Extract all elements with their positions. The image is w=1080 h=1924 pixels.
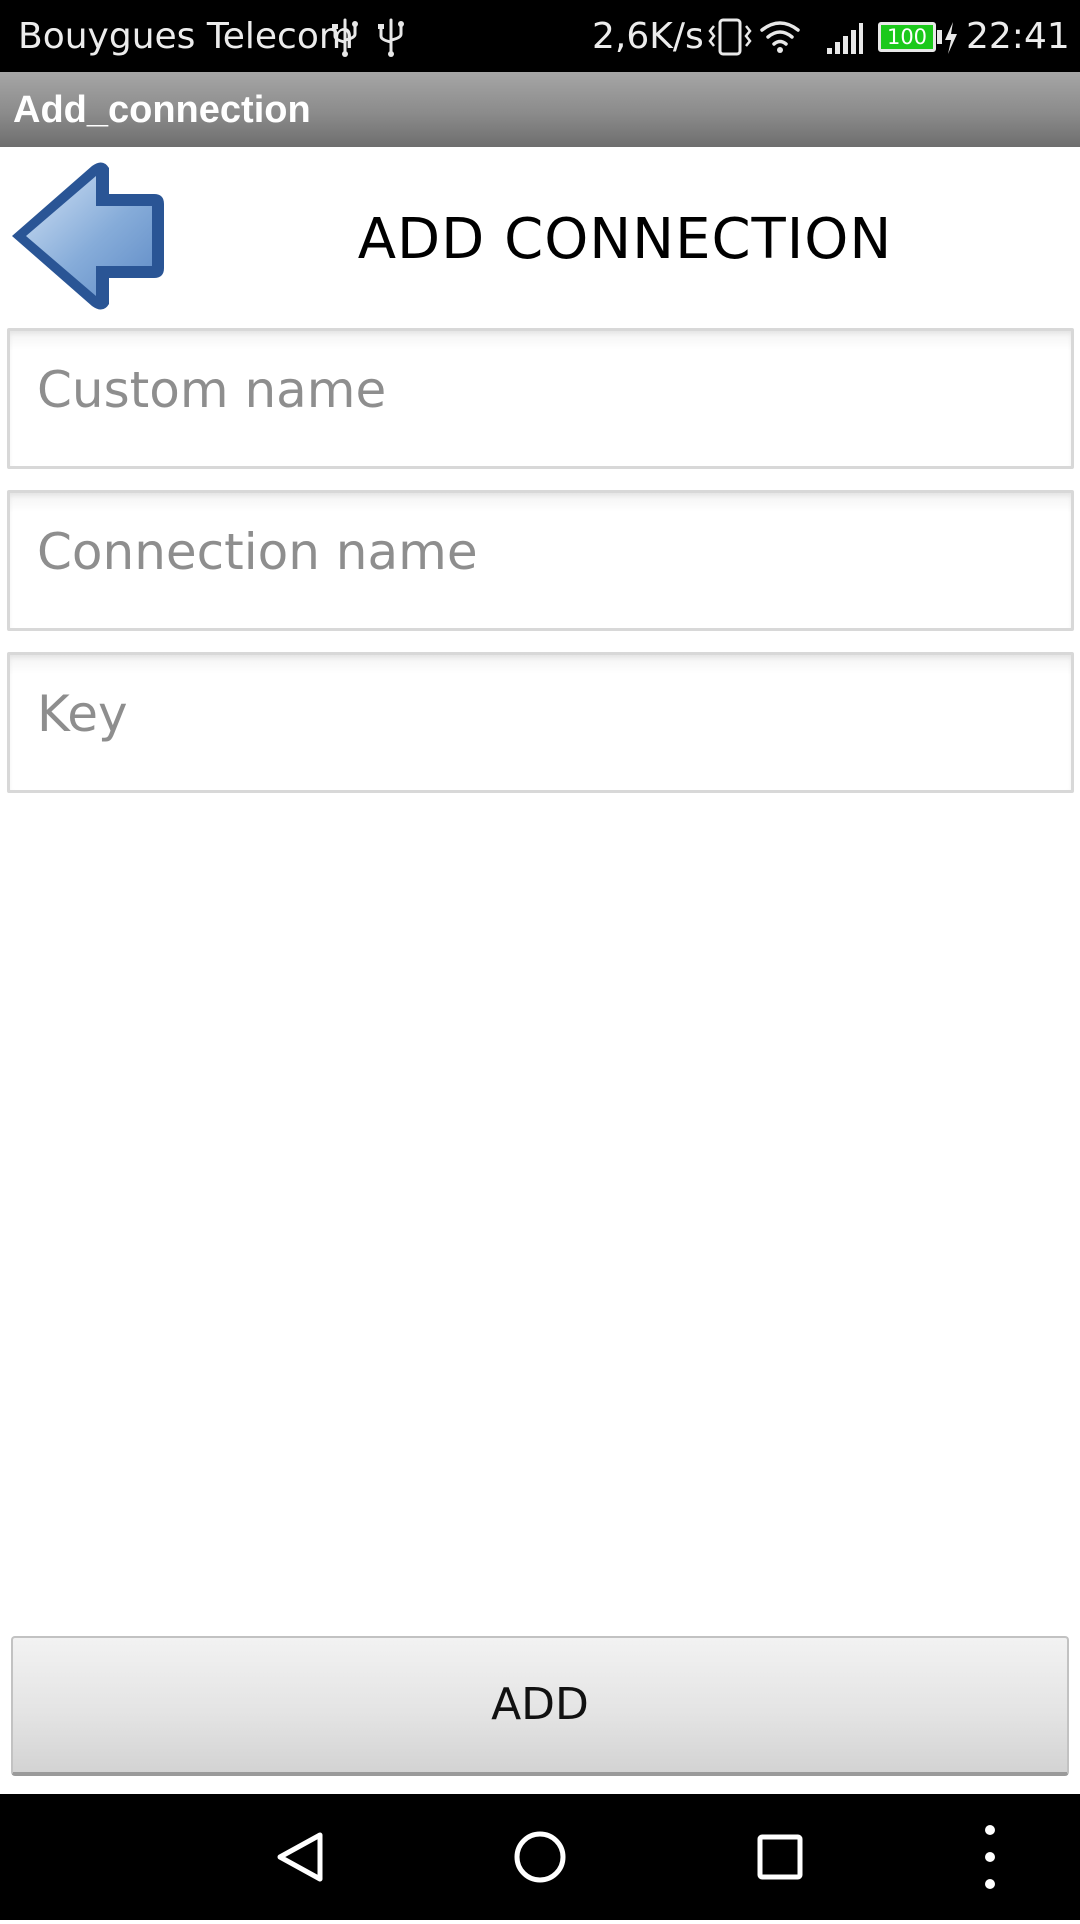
charging-icon	[945, 22, 957, 54]
add-button[interactable]: ADD	[11, 1636, 1069, 1776]
signal-icon	[827, 23, 863, 54]
network-speed: 2,6K/s	[592, 16, 704, 57]
back-triangle-icon	[277, 1832, 323, 1882]
app-title-bar: Add_connection	[0, 72, 1080, 147]
status-bar: Bouygues Telecom 2,6K/s 100 22:41	[0, 0, 1080, 72]
nav-recents-button[interactable]	[730, 1794, 830, 1920]
custom-name-input[interactable]	[10, 331, 1071, 466]
nav-home-button[interactable]	[490, 1794, 590, 1920]
connection-name-input[interactable]	[10, 493, 1071, 628]
clock: 22:41	[966, 16, 1070, 57]
custom-name-field-container	[7, 328, 1074, 469]
arrow-left-icon	[12, 162, 164, 310]
vibrate-icon	[708, 18, 752, 56]
usb-icon	[332, 18, 358, 57]
app-title: Add_connection	[13, 89, 311, 131]
page-title: ADD CONNECTION	[357, 207, 893, 272]
usb-icon	[378, 18, 404, 57]
key-field-container	[7, 652, 1074, 793]
key-input[interactable]	[10, 655, 1071, 790]
nav-back-button[interactable]	[250, 1794, 350, 1920]
recents-square-icon	[757, 1834, 803, 1880]
more-dots-icon	[985, 1825, 995, 1889]
battery-level: 100	[886, 25, 928, 49]
navigation-bar	[0, 1794, 1080, 1920]
back-button[interactable]	[6, 160, 166, 312]
connection-name-field-container	[7, 490, 1074, 631]
carrier-name: Bouygues Telecom	[18, 16, 354, 57]
battery-icon: 100	[878, 22, 936, 52]
home-circle-icon	[514, 1831, 566, 1883]
wifi-icon	[760, 21, 800, 53]
battery-nub	[937, 30, 942, 44]
nav-more-button[interactable]	[960, 1794, 1020, 1920]
